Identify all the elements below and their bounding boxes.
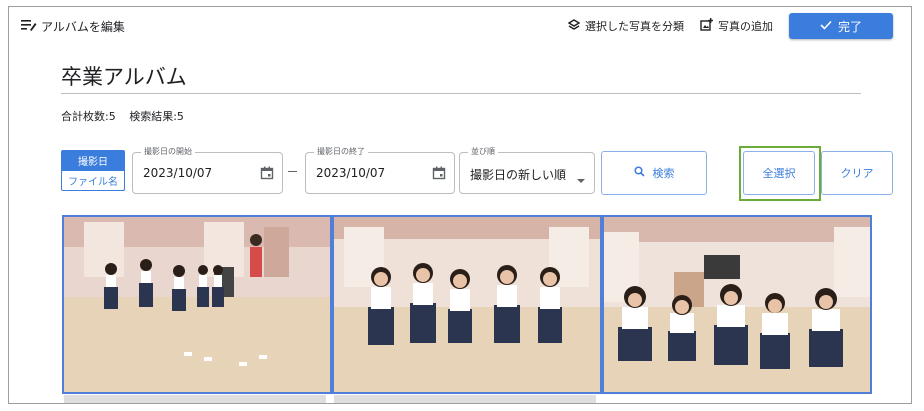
top-toolbar: アルバムを編集 選択した写真を分類 写真の追加 完了	[9, 7, 911, 47]
album-editor-window: アルバムを編集 選択した写真を分類 写真の追加 完了 卒業アルバム 合計枚数:5…	[8, 6, 912, 404]
done-label: 完了	[837, 19, 862, 34]
add-photo-icon	[700, 18, 718, 34]
start-date-label: 撮影日の開始	[141, 146, 195, 157]
end-date-label: 撮影日の終了	[314, 146, 368, 157]
search-result-count: 検索結果:5	[129, 110, 184, 123]
end-date-value: 2023/10/07	[316, 166, 386, 180]
check-icon	[820, 19, 838, 33]
end-date-field[interactable]: 撮影日の終了 2023/10/07	[305, 146, 455, 194]
search-icon	[633, 166, 653, 180]
next-row-photo-edge-1	[64, 395, 326, 403]
calendar-icon[interactable]	[432, 165, 446, 184]
toolbar-actions: 選択した写真を分類 写真の追加 完了	[567, 13, 893, 39]
start-date-field[interactable]: 撮影日の開始 2023/10/07	[132, 146, 283, 194]
next-row-photo-edge-2	[334, 395, 596, 403]
photo-thumbnail-2[interactable]	[332, 215, 602, 394]
count-summary: 合計枚数:5 検索結果:5	[61, 108, 194, 124]
search-button[interactable]: 検索	[601, 151, 707, 195]
search-mode-toggle: 撮影日 ファイル名	[61, 150, 125, 191]
select-all-highlight-box	[739, 146, 821, 201]
sort-order-select[interactable]: 並び順 撮影日の新しい順	[459, 146, 595, 194]
add-photo-label: 写真の追加	[718, 20, 773, 33]
total-count: 合計枚数:5	[61, 110, 116, 123]
album-title: 卒業アルバム	[61, 65, 187, 89]
photo-3-image	[604, 217, 870, 392]
start-date-value: 2023/10/07	[143, 166, 213, 180]
edit-album-label: アルバムを編集	[41, 20, 125, 34]
sort-order-label: 並び順	[468, 146, 498, 157]
edit-list-icon	[21, 19, 41, 34]
mode-file-name-button[interactable]: ファイル名	[61, 171, 125, 191]
search-button-label: 検索	[652, 167, 675, 180]
classify-icon	[567, 18, 585, 34]
edit-album-heading: アルバムを編集	[21, 18, 125, 35]
sort-order-value: 撮影日の新しい順	[470, 168, 567, 182]
mode-shooting-date-button[interactable]: 撮影日	[61, 150, 125, 171]
dropdown-arrow-icon	[576, 169, 586, 188]
calendar-icon[interactable]	[260, 165, 274, 184]
date-range-dash	[288, 171, 297, 172]
classify-label: 選択した写真を分類	[585, 20, 684, 33]
title-divider	[61, 93, 861, 94]
photo-1-image	[64, 217, 330, 392]
add-photo-button[interactable]: 写真の追加	[700, 18, 773, 34]
photo-thumbnail-1[interactable]	[62, 215, 332, 394]
clear-button[interactable]: クリア	[821, 151, 893, 195]
done-button[interactable]: 完了	[789, 13, 893, 39]
classify-button[interactable]: 選択した写真を分類	[567, 18, 684, 34]
photo-thumbnail-3[interactable]	[602, 215, 872, 394]
photo-2-image	[334, 217, 600, 392]
